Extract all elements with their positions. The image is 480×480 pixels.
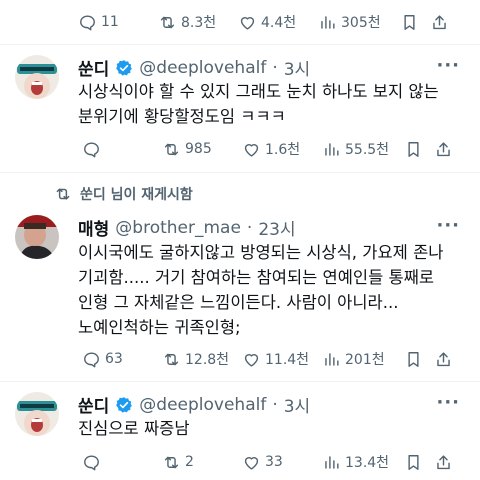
views-icon — [322, 453, 341, 472]
heart-icon — [238, 13, 257, 32]
verified-badge-icon — [116, 59, 133, 76]
views-button[interactable]: 13.4천 — [322, 450, 404, 474]
like-button[interactable]: 33 — [242, 450, 322, 474]
reply-button[interactable]: 11 — [78, 10, 158, 34]
retweet-count: 2 — [185, 454, 194, 470]
avatar[interactable] — [15, 215, 59, 259]
tweet-time[interactable]: 23시 — [258, 215, 295, 240]
verified-badge-icon — [116, 396, 133, 413]
views-count: 55.5천 — [345, 142, 390, 158]
reply-button[interactable]: 63 — [82, 347, 162, 371]
share-icon — [434, 350, 453, 369]
tweet-action-bar: 2 33 13.4천 — [82, 450, 458, 474]
divider — [0, 381, 480, 382]
divider — [0, 44, 480, 45]
retweet-count: 985 — [185, 141, 212, 157]
more-options-icon[interactable]: ··· — [436, 55, 460, 76]
separator-dot: · — [246, 217, 253, 238]
retweet-icon — [162, 140, 181, 159]
retweet-icon — [162, 453, 181, 472]
share-icon — [434, 453, 453, 472]
like-button[interactable]: 11.4천 — [242, 347, 322, 371]
display-name[interactable]: 매형 — [78, 215, 109, 240]
bookmark-icon — [400, 13, 419, 32]
user-handle[interactable]: @deeplovehalf — [139, 395, 266, 415]
retweet-header[interactable]: 쑨디 님이 재게시함 — [54, 184, 193, 204]
bookmark-button[interactable] — [404, 450, 434, 474]
reply-icon — [78, 13, 97, 32]
tweet-action-bar: 63 12.8천 11.4천 201천 — [82, 347, 458, 371]
tweet-text: 이시국에도 굴하지않고 방영되는 시상식, 가요제 존나 기괴함..... 거기… — [78, 243, 444, 337]
like-count: 4.4천 — [261, 15, 297, 31]
display-name[interactable]: 쑨디 — [78, 392, 109, 417]
tweet-time[interactable]: 3시 — [284, 392, 310, 417]
retweet-icon — [54, 185, 72, 203]
views-count: 305천 — [341, 15, 381, 31]
separator-dot: · — [272, 57, 278, 78]
reply-icon — [82, 453, 101, 472]
reply-count: 11 — [101, 14, 119, 30]
reply-count: 63 — [105, 351, 123, 367]
bookmark-icon — [404, 140, 423, 159]
divider — [0, 172, 480, 173]
views-button[interactable]: 55.5천 — [322, 137, 404, 161]
more-options-icon[interactable]: ··· — [436, 392, 460, 413]
like-button[interactable]: 1.6천 — [242, 137, 322, 161]
user-handle[interactable]: @deeplovehalf — [139, 58, 266, 78]
views-icon — [322, 140, 341, 159]
display-name[interactable]: 쑨디 — [78, 55, 109, 80]
reply-icon — [82, 140, 101, 159]
tweet-header: 매형 @brother_mae · 23시 — [78, 215, 296, 241]
like-button[interactable]: 4.4천 — [238, 10, 318, 34]
separator-dot: · — [272, 394, 278, 415]
views-count: 201천 — [345, 352, 385, 368]
views-button[interactable]: 201천 — [322, 347, 404, 371]
user-handle[interactable]: @brother_mae — [115, 218, 241, 238]
share-icon — [430, 13, 449, 32]
retweet-count: 12.8천 — [185, 352, 230, 368]
avatar[interactable] — [15, 55, 59, 99]
retweet-icon — [162, 350, 181, 369]
share-button[interactable] — [434, 347, 458, 371]
bookmark-icon — [404, 453, 423, 472]
bookmark-button[interactable] — [400, 10, 430, 34]
reply-button[interactable] — [82, 137, 162, 161]
reply-button[interactable] — [82, 450, 162, 474]
heart-icon — [242, 350, 261, 369]
share-button[interactable] — [434, 137, 458, 161]
bookmark-icon — [404, 350, 423, 369]
retweet-button[interactable]: 985 — [162, 137, 242, 161]
like-count: 11.4천 — [265, 352, 310, 368]
tweet-text: 시상식이야 할 수 있지 그래도 눈치 하나도 보지 않는 분위기에 황당할정도… — [78, 82, 439, 126]
share-icon — [434, 140, 453, 159]
retweet-count: 8.3천 — [181, 15, 217, 31]
tweet-header: 쑨디 @deeplovehalf · 3시 — [78, 55, 310, 81]
tweet-text: 진심으로 짜증남 — [78, 419, 190, 438]
retweet-button[interactable]: 2 — [162, 450, 242, 474]
reply-icon — [82, 350, 101, 369]
retweet-button[interactable]: 12.8천 — [162, 347, 242, 371]
tweet-header: 쑨디 @deeplovehalf · 3시 — [78, 392, 310, 418]
bookmark-button[interactable] — [404, 347, 434, 371]
retweet-icon — [158, 13, 177, 32]
like-count: 1.6천 — [265, 142, 301, 158]
heart-icon — [242, 140, 261, 159]
more-options-icon[interactable]: ··· — [436, 215, 460, 236]
tweet-time[interactable]: 3시 — [284, 55, 310, 80]
top-action-bar: 11 8.3천 4.4천 305천 — [78, 10, 458, 34]
heart-icon — [242, 453, 261, 472]
bookmark-button[interactable] — [404, 137, 434, 161]
tweet-action-bar: 985 1.6천 55.5천 — [82, 137, 458, 161]
avatar[interactable] — [15, 392, 59, 436]
like-count: 33 — [265, 454, 283, 470]
views-icon — [322, 350, 341, 369]
share-button[interactable] — [430, 10, 454, 34]
retweet-header-label: 쑨디 님이 재게시함 — [80, 187, 193, 203]
views-count: 13.4천 — [345, 455, 390, 471]
retweet-button[interactable]: 8.3천 — [158, 10, 238, 34]
views-icon — [318, 13, 337, 32]
share-button[interactable] — [434, 450, 458, 474]
views-button[interactable]: 305천 — [318, 10, 400, 34]
